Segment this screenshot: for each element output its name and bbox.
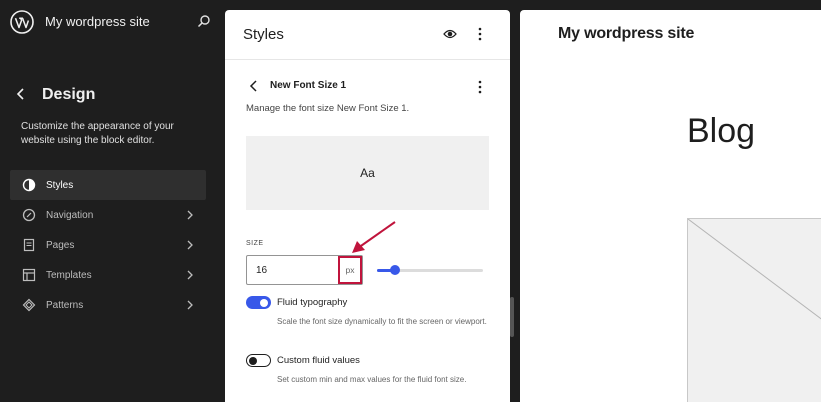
back-chevron-icon[interactable] (249, 80, 259, 92)
fluid-typography-label: Fluid typography (277, 297, 348, 308)
eye-icon[interactable] (443, 28, 457, 40)
page-icon (23, 238, 35, 252)
site-editor: My wordpress site Design Customize the a… (0, 0, 821, 402)
chevron-right-icon (187, 210, 193, 220)
sidebar-item-label: Styles (46, 179, 74, 191)
chevron-right-icon (187, 240, 193, 250)
sidebar-item-label: Templates (46, 269, 92, 281)
styles-panel: Styles New Font Size 1 Manage the font s… (225, 10, 510, 402)
sidebar-item-label: Patterns (46, 299, 84, 311)
panel-title: Styles (243, 26, 284, 43)
unit-label: px (345, 265, 355, 275)
layout-icon (22, 268, 36, 282)
fluid-typography-help: Scale the font size dynamically to fit t… (277, 317, 487, 326)
compass-icon (22, 208, 36, 222)
size-label: SIZE (246, 240, 264, 247)
panel-header: Styles (225, 10, 510, 60)
panel-scrollbar[interactable] (510, 297, 514, 337)
unit-select[interactable]: px (338, 256, 362, 284)
sidebar-item-label: Navigation (46, 209, 94, 221)
custom-fluid-help: Set custom min and max values for the fl… (277, 375, 467, 384)
size-slider-thumb[interactable] (390, 265, 401, 275)
toggle-knob (249, 356, 257, 365)
scrollbar-gutter (510, 0, 520, 402)
diamond-icon (22, 298, 36, 312)
back-chevron-icon[interactable] (14, 86, 28, 102)
toggle-knob (260, 298, 268, 307)
search-icon[interactable] (197, 14, 211, 28)
image-placeholder[interactable] (687, 218, 821, 402)
placeholder-diagonal (688, 219, 821, 320)
sidebar-item-templates[interactable]: Templates (10, 260, 206, 290)
sidebar-item-styles[interactable]: Styles (10, 170, 206, 200)
custom-fluid-toggle[interactable] (246, 354, 271, 367)
canvas-site-title[interactable]: My wordpress site (558, 25, 694, 43)
chevron-right-icon (187, 270, 193, 280)
editor-canvas[interactable]: My wordpress site Blog (520, 10, 821, 402)
size-value: 16 (256, 265, 268, 276)
sidebar: My wordpress site Design Customize the a… (0, 0, 225, 402)
sidebar-item-patterns[interactable]: Patterns (10, 290, 206, 320)
more-options-icon[interactable] (478, 27, 482, 41)
site-title[interactable]: My wordpress site (45, 14, 150, 29)
half-circle-icon (22, 178, 36, 192)
chevron-right-icon (187, 300, 193, 310)
font-size-description: Manage the font size New Font Size 1. (246, 103, 410, 114)
sidebar-item-label: Pages (46, 239, 75, 251)
wordpress-logo-icon[interactable] (10, 10, 34, 34)
fluid-typography-toggle[interactable] (246, 296, 271, 309)
canvas-heading[interactable]: Blog (687, 112, 755, 151)
sidebar-item-navigation[interactable]: Navigation (10, 200, 206, 230)
custom-fluid-label: Custom fluid values (277, 355, 360, 366)
preview-text: Aa (360, 166, 375, 180)
font-size-options-icon[interactable] (478, 80, 482, 94)
font-size-title: New Font Size 1 (270, 80, 347, 91)
design-description: Customize the appearance of your website… (21, 121, 174, 146)
design-title: Design (42, 86, 96, 103)
font-size-preview: Aa (246, 136, 489, 210)
sidebar-item-pages[interactable]: Pages (10, 230, 206, 260)
